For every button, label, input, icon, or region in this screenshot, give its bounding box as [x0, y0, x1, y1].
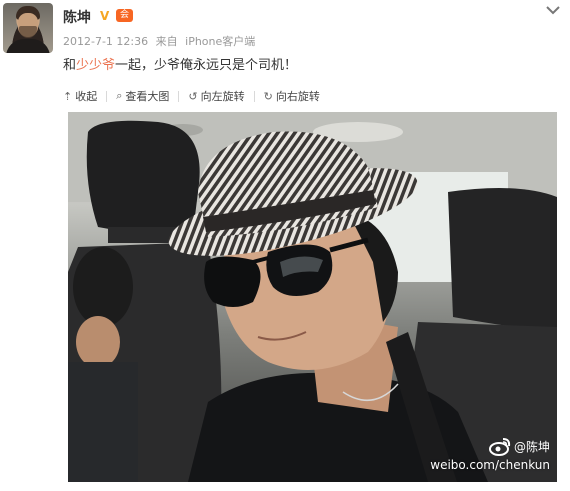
rotate-left-button[interactable]: ↺ 向左旋转: [188, 88, 244, 104]
avatar-beard: [19, 26, 37, 38]
verified-icon[interactable]: V: [100, 9, 109, 23]
mention-link[interactable]: 少少爷: [76, 58, 115, 73]
collapse-button[interactable]: ⇡ 收起: [63, 88, 97, 104]
rotate-right-label: 向右旋转: [275, 90, 320, 103]
avatar[interactable]: [3, 3, 53, 53]
rotate-left-label: 向左旋转: [200, 90, 245, 103]
weibo-logo-icon: [488, 438, 511, 456]
watermark-handle: @陈坤: [513, 439, 550, 454]
post-photo[interactable]: @陈坤 weibo.com/chenkun: [68, 112, 557, 482]
view-large-label: 查看大图: [125, 90, 170, 103]
post-text-prefix: 和: [63, 58, 77, 73]
photo-illustration: [68, 112, 557, 482]
member-badge-icon[interactable]: 会: [116, 9, 133, 22]
user-name-link[interactable]: 陈坤: [63, 7, 91, 27]
chevron-down-icon[interactable]: [545, 4, 561, 16]
avatar-shoulders: [6, 39, 50, 53]
rotate-right-button[interactable]: ↻ 向右旋转: [264, 88, 320, 104]
toolbar-divider: [106, 90, 108, 102]
arrow-up-icon: ⇡: [63, 89, 73, 103]
post-text: 和少少爷一起，少爷俺永远只是个司机！: [63, 54, 297, 73]
collapse-label: 收起: [75, 90, 98, 103]
post-timestamp-link[interactable]: 2012-7-1 12:36: [63, 35, 148, 48]
image-toolbar: ⇡ 收起 ⌕ 查看大图 ↺ 向左旋转 ↻ 向右旋转: [63, 88, 320, 104]
post-source-prefix: 来自: [155, 35, 178, 48]
magnifier-icon: ⌕: [116, 89, 123, 102]
post-text-suffix: 一起，少爷俺永远只是个司机！: [115, 58, 298, 73]
rotate-left-icon: ↺: [188, 89, 198, 103]
watermark-url: weibo.com/chenkun: [430, 458, 550, 472]
toolbar-divider: [253, 90, 255, 102]
post-source-link[interactable]: iPhone客户端: [185, 35, 255, 48]
rotate-right-icon: ↻: [263, 89, 273, 103]
post-meta: 2012-7-1 12:36 来自 iPhone客户端: [63, 33, 259, 49]
view-large-button[interactable]: ⌕ 查看大图: [116, 88, 169, 104]
weibo-watermark: @陈坤 weibo.com/chenkun: [430, 436, 550, 472]
toolbar-divider: [178, 90, 180, 102]
